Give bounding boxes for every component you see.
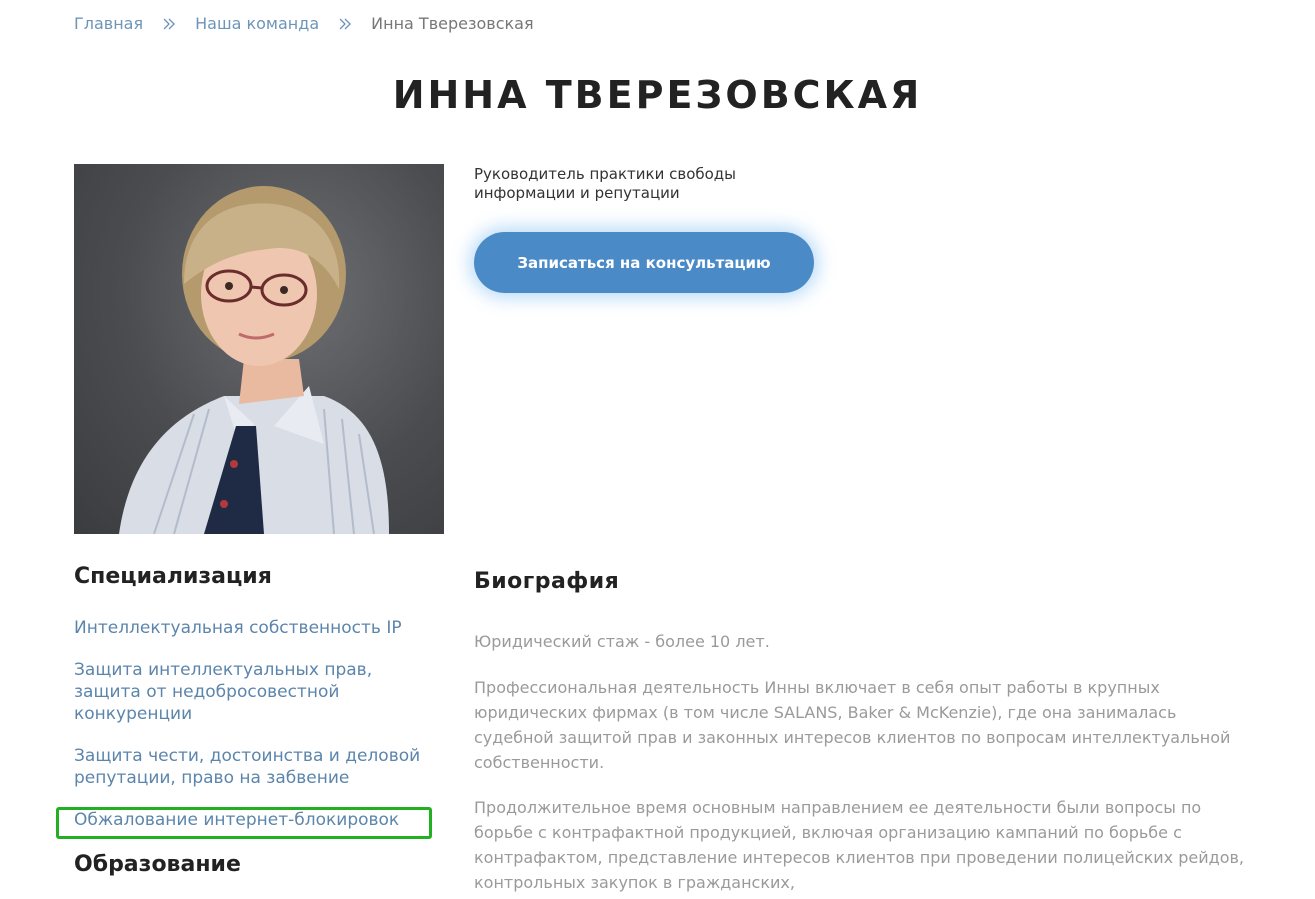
biography-paragraph: Продолжительное время основным направлен… xyxy=(474,798,1244,892)
breadcrumb-home-link[interactable]: Главная xyxy=(74,14,143,34)
portrait-illustration xyxy=(119,186,389,534)
specialization-link-ip[interactable]: Интеллектуальная собственность IP xyxy=(74,617,444,639)
breadcrumb-current: Инна Тверезовская xyxy=(371,14,534,33)
chevron-right-icon xyxy=(337,16,353,32)
specialization-link-internet-blocking[interactable]: Обжалование интернет-блокировок xyxy=(74,809,444,831)
book-consultation-button[interactable]: Записаться на консультацию xyxy=(474,232,814,293)
biography-paragraph: Профессиональная деятельность Инны включ… xyxy=(474,678,1231,772)
chevron-right-icon xyxy=(161,16,177,32)
biography-paragraph: Юридический стаж - более 10 лет. xyxy=(474,632,770,651)
specialization-link-reputation[interactable]: Защита чести, достоинства и деловой репу… xyxy=(74,745,444,789)
education-heading: Образование xyxy=(74,852,241,877)
breadcrumb: Главная Наша команда Инна Тверезовская xyxy=(74,14,534,34)
page: Главная Наша команда Инна Тверезовская И… xyxy=(0,0,1315,899)
profile-photo xyxy=(74,164,444,534)
page-title: ИННА ТВЕРЕЗОВСКАЯ xyxy=(392,73,923,117)
specialization-heading: Специализация xyxy=(74,564,272,589)
biography-heading: Биография xyxy=(474,569,620,594)
breadcrumb-team-link[interactable]: Наша команда xyxy=(195,14,319,34)
specialization-link-unfair-competition[interactable]: Защита интеллектуальных прав, защита от … xyxy=(74,659,444,725)
job-position: Руководитель практики свободы информации… xyxy=(474,165,737,202)
